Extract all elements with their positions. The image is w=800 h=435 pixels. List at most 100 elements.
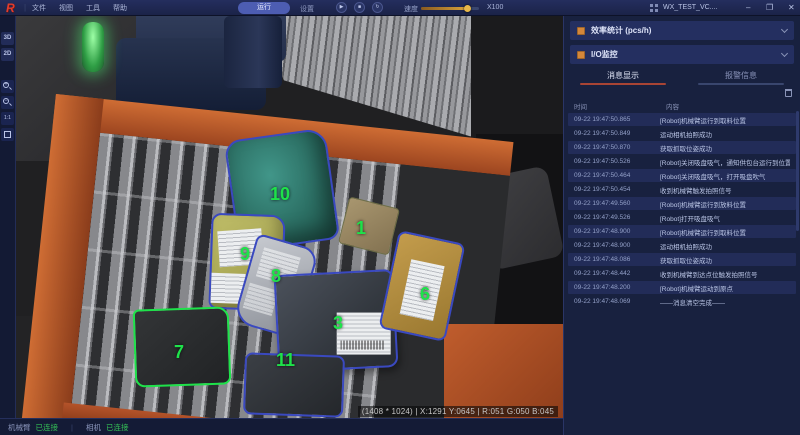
speed-label: 速度 — [404, 4, 418, 14]
chevron-down-icon[interactable] — [781, 26, 788, 33]
log-time: 09-22 19:47:48.069 — [574, 298, 660, 305]
layout-grid-icon[interactable] — [650, 4, 658, 12]
section-efficiency-stats[interactable]: 效率统计 (pcs/h) — [570, 21, 794, 40]
log-message: 运动相机拍照成功 — [660, 129, 712, 139]
menu-file[interactable]: 文件 — [32, 3, 46, 13]
detection-id-label: 9 — [240, 244, 250, 265]
refresh-icon[interactable]: ↻ — [372, 2, 383, 13]
detection-id-label: 11 — [276, 350, 295, 371]
log-row[interactable]: 09-22 19:47:50.865[Robot]机械臂运行到取料位置 — [568, 113, 796, 126]
main-menu: 文件 视图 工具 帮助 — [32, 0, 127, 16]
log-time: 09-22 19:47:50.464 — [574, 172, 660, 179]
camera-status: 已连接 — [106, 422, 129, 433]
detection-id-label: 1 — [356, 218, 366, 239]
log-message: 获取抓取位姿成功 — [660, 255, 712, 265]
speed-slider[interactable] — [421, 7, 479, 10]
window-title: WX_TEST_VC.... — [663, 4, 717, 11]
stats-icon — [577, 27, 585, 35]
log-row[interactable]: 09-22 19:47:50.464[Robot]关闭吸盘吸气，打开吸盘吹气 — [568, 169, 796, 182]
actual-size-icon[interactable]: 1:1 — [1, 112, 14, 125]
speed-value: X100 — [487, 4, 503, 11]
log-row[interactable]: 09-22 19:47:49.560[Robot]机械臂运行到放料位置 — [568, 197, 796, 210]
scrollbar[interactable] — [796, 111, 799, 231]
log-time: 09-22 19:47:48.900 — [574, 228, 660, 235]
log-message: 获取抓取位姿成功 — [660, 143, 712, 153]
robot-status-light — [82, 22, 104, 72]
clear-log-icon[interactable] — [785, 89, 792, 97]
connection-status-bar: 机械臂 已连接 | 相机 已连接 — [0, 418, 563, 435]
log-row[interactable]: 09-22 19:47:48.900运动相机拍照成功 — [568, 239, 796, 252]
log-row[interactable]: 09-22 19:47:50.526[Robot]关闭吸盘吸气，通知供包台运行到… — [568, 155, 796, 168]
log-message: [Robot]机械臂运行到放料位置 — [660, 199, 746, 209]
status-divider: | — [71, 423, 73, 432]
log-time: 09-22 19:47:50.849 — [574, 130, 660, 137]
top-menu-bar: R | 文件 视图 工具 帮助 运行 设置 ▶ ■ ↻ ◎ 速度 X100 WX… — [0, 0, 800, 16]
log-message: [Robot]机械臂运动到原点 — [660, 283, 733, 293]
log-row[interactable]: 09-22 19:47:50.870获取抓取位姿成功 — [568, 141, 796, 154]
section-title: I/O监控 — [591, 49, 782, 60]
app-logo-icon: R — [6, 1, 15, 15]
log-row[interactable]: 09-22 19:47:48.442收到机械臂到达点位触发拍照信号 — [568, 267, 796, 280]
log-message: [Robot]关闭吸盘吸气，打开吸盘吹气 — [660, 171, 765, 181]
camera-label: 相机 — [86, 422, 101, 433]
io-icon — [577, 51, 585, 59]
menu-help[interactable]: 帮助 — [113, 3, 127, 13]
log-time: 09-22 19:47:49.526 — [574, 214, 660, 221]
robot-label: 机械臂 — [8, 422, 31, 433]
log-message: 收到机械臂触发拍照信号 — [660, 185, 732, 195]
log-toolbar — [564, 87, 800, 99]
robot-status: 已连接 — [36, 422, 59, 433]
menu-tools[interactable]: 工具 — [86, 3, 100, 13]
log-time: 09-22 19:47:50.454 — [574, 186, 660, 193]
view-2d-button[interactable]: 2D — [1, 48, 14, 61]
column-content: 内容 — [666, 101, 679, 111]
log-row[interactable]: 09-22 19:47:48.900[Robot]机械臂运行到取料位置 — [568, 225, 796, 238]
log-time: 09-22 19:47:50.870 — [574, 144, 660, 151]
conveyor-frame-corner — [444, 324, 563, 418]
app-window: R | 文件 视图 工具 帮助 运行 设置 ▶ ■ ↻ ◎ 速度 X100 WX… — [0, 0, 800, 435]
menu-divider: | — [24, 3, 26, 12]
log-header: 时间 内容 — [564, 99, 800, 112]
log-row[interactable]: 09-22 19:47:48.086获取抓取位姿成功 — [568, 253, 796, 266]
chevron-down-icon[interactable] — [781, 50, 788, 57]
log-row[interactable]: 09-22 19:47:50.849运动相机拍照成功 — [568, 127, 796, 140]
tab-underline — [698, 83, 784, 85]
zoom-in-icon[interactable]: + — [1, 80, 14, 93]
tab-label: 报警信息 — [725, 70, 757, 81]
detection-id-label: 8 — [271, 266, 281, 287]
menu-view[interactable]: 视图 — [59, 3, 73, 13]
stop-icon[interactable]: ■ — [354, 2, 365, 13]
tab-underline — [580, 83, 666, 85]
maximize-button[interactable]: ❐ — [766, 3, 773, 13]
tab-message-display[interactable]: 消息显示 — [564, 67, 682, 87]
pixel-info-readout: (1408 * 1024) | X:1291 Y:0645 | R:051 G:… — [358, 406, 558, 417]
log-time: 09-22 19:47:48.900 — [574, 242, 660, 249]
camera-viewport[interactable]: 10 1 9 8 3 6 7 11 (1408 * 1024) | X:1291… — [16, 16, 563, 418]
run-button[interactable]: 运行 — [238, 2, 290, 14]
robot-joint — [224, 16, 282, 88]
tab-alarm-info[interactable]: 报警信息 — [682, 67, 800, 87]
log-row[interactable]: 09-22 19:47:50.454收到机械臂触发拍照信号 — [568, 183, 796, 196]
log-row[interactable]: 09-22 19:47:48.069——消息清空完成—— — [568, 295, 796, 308]
detection-id-label: 10 — [270, 184, 290, 205]
minimize-button[interactable]: – — [746, 3, 750, 13]
log-time: 09-22 19:47:48.086 — [574, 256, 660, 263]
speed-slider-knob[interactable] — [464, 5, 471, 12]
play-icon[interactable]: ▶ — [336, 2, 347, 13]
log-time: 09-22 19:47:48.442 — [574, 270, 660, 277]
close-button[interactable]: ✕ — [788, 3, 795, 13]
log-row[interactable]: 09-22 19:47:48.200[Robot]机械臂运动到原点 — [568, 281, 796, 294]
log-message: [Robot]机械臂运行到取料位置 — [660, 115, 746, 125]
log-time: 09-22 19:47:50.865 — [574, 116, 660, 123]
log-row[interactable]: 09-22 19:47:49.526[Robot]打开吸盘吸气 — [568, 211, 796, 224]
column-time: 时间 — [574, 101, 666, 111]
section-io-monitor[interactable]: I/O监控 — [570, 45, 794, 64]
fit-screen-icon[interactable] — [1, 128, 14, 141]
tab-label: 消息显示 — [607, 70, 639, 81]
view-3d-button[interactable]: 3D — [1, 32, 14, 45]
detection-id-label: 7 — [174, 342, 184, 363]
settings-button[interactable]: 设置 — [300, 4, 314, 14]
log-tabs: 消息显示 报警信息 — [564, 67, 800, 87]
zoom-out-icon[interactable]: − — [1, 96, 14, 109]
log-body[interactable]: 09-22 19:47:50.865[Robot]机械臂运行到取料位置09-22… — [564, 113, 800, 308]
